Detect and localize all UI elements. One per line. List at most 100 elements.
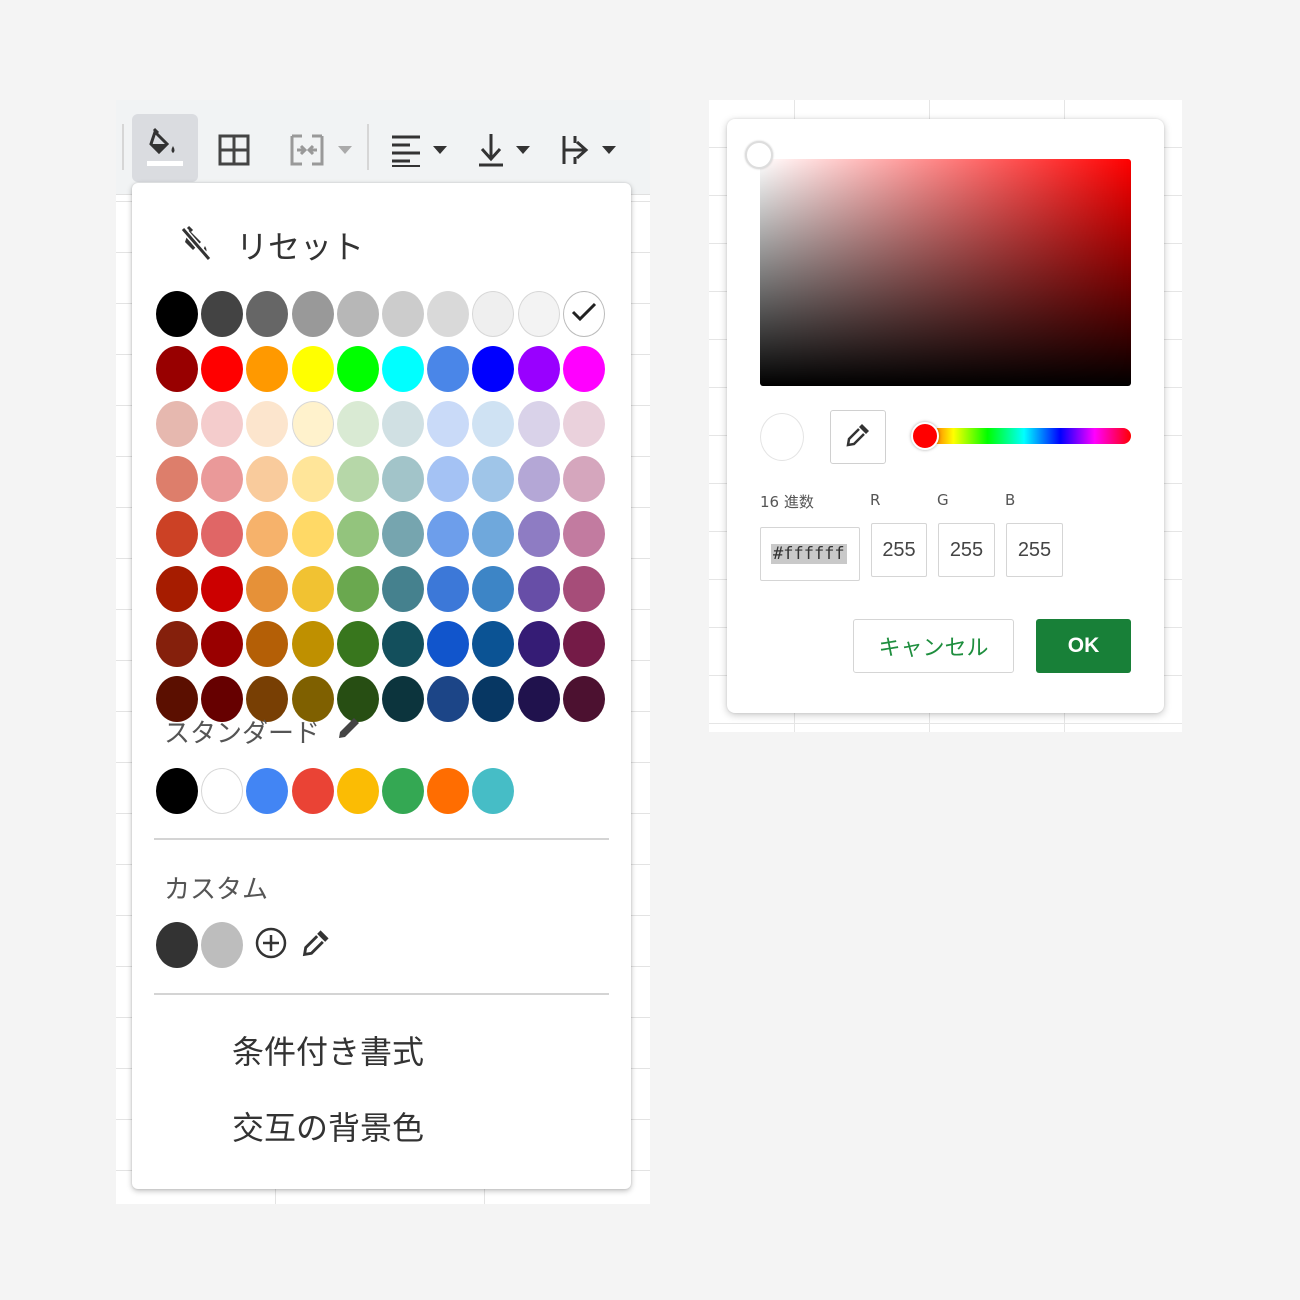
color-swatch[interactable] [517,676,560,722]
saturation-value-picker[interactable] [760,159,1131,386]
color-swatch[interactable] [517,456,560,502]
color-swatch[interactable] [517,346,560,392]
color-swatch[interactable] [427,511,470,557]
standard-color-swatch[interactable] [381,768,424,814]
hue-slider[interactable] [911,422,1131,450]
color-swatch[interactable] [336,456,379,502]
edit-pencil-icon[interactable] [336,715,362,748]
color-swatch[interactable] [472,401,515,447]
color-swatch[interactable] [291,291,334,337]
color-swatch[interactable] [246,566,289,612]
color-swatch[interactable] [201,566,244,612]
color-swatch[interactable] [472,511,515,557]
color-swatch[interactable] [336,511,379,557]
color-swatch[interactable] [156,346,198,392]
color-swatch[interactable] [156,291,198,337]
custom-color-swatch[interactable] [201,922,244,968]
color-swatch[interactable] [562,346,605,392]
color-swatch[interactable] [427,676,470,722]
color-swatch[interactable] [381,621,424,667]
saturation-value-handle[interactable] [745,141,773,169]
color-swatch[interactable] [291,401,334,447]
color-swatch[interactable] [381,676,424,722]
fill-color-button[interactable] [132,114,198,182]
standard-color-swatch[interactable] [291,768,334,814]
color-swatch[interactable] [472,291,515,337]
color-swatch[interactable] [201,511,244,557]
borders-button[interactable] [214,130,254,170]
color-swatch[interactable] [156,566,198,612]
color-swatch[interactable] [562,621,605,667]
color-swatch[interactable] [517,511,560,557]
color-swatch[interactable] [381,511,424,557]
color-swatch[interactable] [291,511,334,557]
color-swatch[interactable] [246,621,289,667]
g-input[interactable]: 255 [938,523,995,577]
color-swatch[interactable] [246,291,289,337]
color-swatch[interactable] [381,566,424,612]
color-swatch[interactable] [381,346,424,392]
color-swatch[interactable] [562,456,605,502]
color-swatch[interactable] [291,621,334,667]
custom-color-swatch[interactable] [156,922,198,968]
color-swatch[interactable] [562,676,605,722]
color-swatch[interactable] [517,566,560,612]
color-swatch[interactable] [336,621,379,667]
color-swatch[interactable] [562,401,605,447]
color-swatch[interactable] [291,346,334,392]
color-swatch[interactable] [156,511,198,557]
color-swatch[interactable] [517,291,560,337]
color-swatch[interactable] [562,291,605,337]
color-swatch[interactable] [246,456,289,502]
color-swatch[interactable] [427,401,470,447]
color-swatch[interactable] [156,621,198,667]
color-swatch[interactable] [517,401,560,447]
hex-input[interactable]: #ffffff [760,527,860,581]
color-swatch[interactable] [472,566,515,612]
color-swatch[interactable] [156,401,198,447]
r-input[interactable]: 255 [871,523,927,577]
color-swatch[interactable] [201,346,244,392]
color-swatch[interactable] [336,566,379,612]
reset-button[interactable]: リセット [180,223,364,267]
color-swatch[interactable] [246,401,289,447]
color-swatch[interactable] [156,456,198,502]
color-swatch[interactable] [336,346,379,392]
color-swatch[interactable] [201,401,244,447]
standard-color-swatch[interactable] [201,768,244,814]
color-swatch[interactable] [381,291,424,337]
color-swatch[interactable] [562,566,605,612]
alternating-colors-item[interactable]: 交互の背景色 [232,1103,424,1149]
text-wrap-button[interactable] [556,130,622,170]
color-swatch[interactable] [381,456,424,502]
add-custom-color-icon[interactable] [254,926,288,964]
color-swatch[interactable] [427,566,470,612]
color-swatch[interactable] [472,621,515,667]
standard-color-swatch[interactable] [246,768,289,814]
color-swatch[interactable] [472,676,515,722]
horizontal-align-button[interactable] [384,130,454,170]
color-swatch[interactable] [472,456,515,502]
eyedropper-icon[interactable] [300,927,332,963]
color-swatch[interactable] [246,511,289,557]
color-swatch[interactable] [427,291,470,337]
cancel-button[interactable]: キャンセル [853,619,1014,673]
standard-color-swatch[interactable] [472,768,515,814]
standard-color-swatch[interactable] [427,768,470,814]
color-swatch[interactable] [201,291,244,337]
standard-color-swatch[interactable] [336,768,379,814]
color-swatch[interactable] [336,291,379,337]
color-swatch[interactable] [291,456,334,502]
color-swatch[interactable] [201,456,244,502]
conditional-format-item[interactable]: 条件付き書式 [232,1027,424,1073]
color-swatch[interactable] [336,401,379,447]
merge-cells-button[interactable] [280,128,360,172]
color-swatch[interactable] [201,621,244,667]
color-swatch[interactable] [246,346,289,392]
color-swatch[interactable] [562,511,605,557]
standard-color-swatch[interactable] [156,768,198,814]
color-swatch[interactable] [427,346,470,392]
vertical-align-button[interactable] [472,130,536,170]
color-swatch[interactable] [427,621,470,667]
color-swatch[interactable] [427,456,470,502]
